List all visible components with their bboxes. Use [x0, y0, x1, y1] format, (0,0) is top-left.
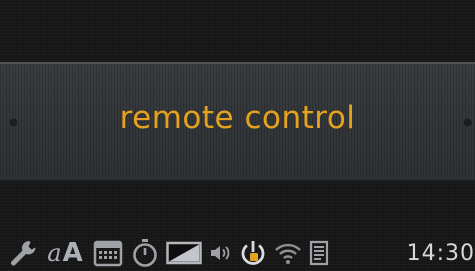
- power-icon[interactable]: [236, 234, 270, 271]
- stopwatch-icon[interactable]: [128, 234, 162, 271]
- font-icon-small-label: a: [47, 238, 62, 267]
- calendar-icon[interactable]: [88, 234, 128, 271]
- document-icon[interactable]: [306, 234, 332, 271]
- wrench-icon[interactable]: [4, 234, 42, 271]
- wifi-icon[interactable]: [270, 234, 306, 271]
- font-size-icon[interactable]: aA: [42, 234, 88, 271]
- top-empty-area: [0, 0, 475, 62]
- message-text: remote control: [119, 100, 356, 136]
- lower-empty-area: [0, 182, 475, 234]
- clock-time: 14:30: [406, 241, 475, 266]
- volume-icon[interactable]: [206, 234, 236, 271]
- brightness-icon[interactable]: [162, 234, 206, 271]
- status-bar: aA: [0, 234, 475, 271]
- font-icon-large-label: A: [62, 237, 83, 268]
- message-banner: remote control: [0, 62, 475, 182]
- device-screen: remote control aA 14:30: [0, 0, 475, 271]
- right-screw-icon: [464, 119, 471, 126]
